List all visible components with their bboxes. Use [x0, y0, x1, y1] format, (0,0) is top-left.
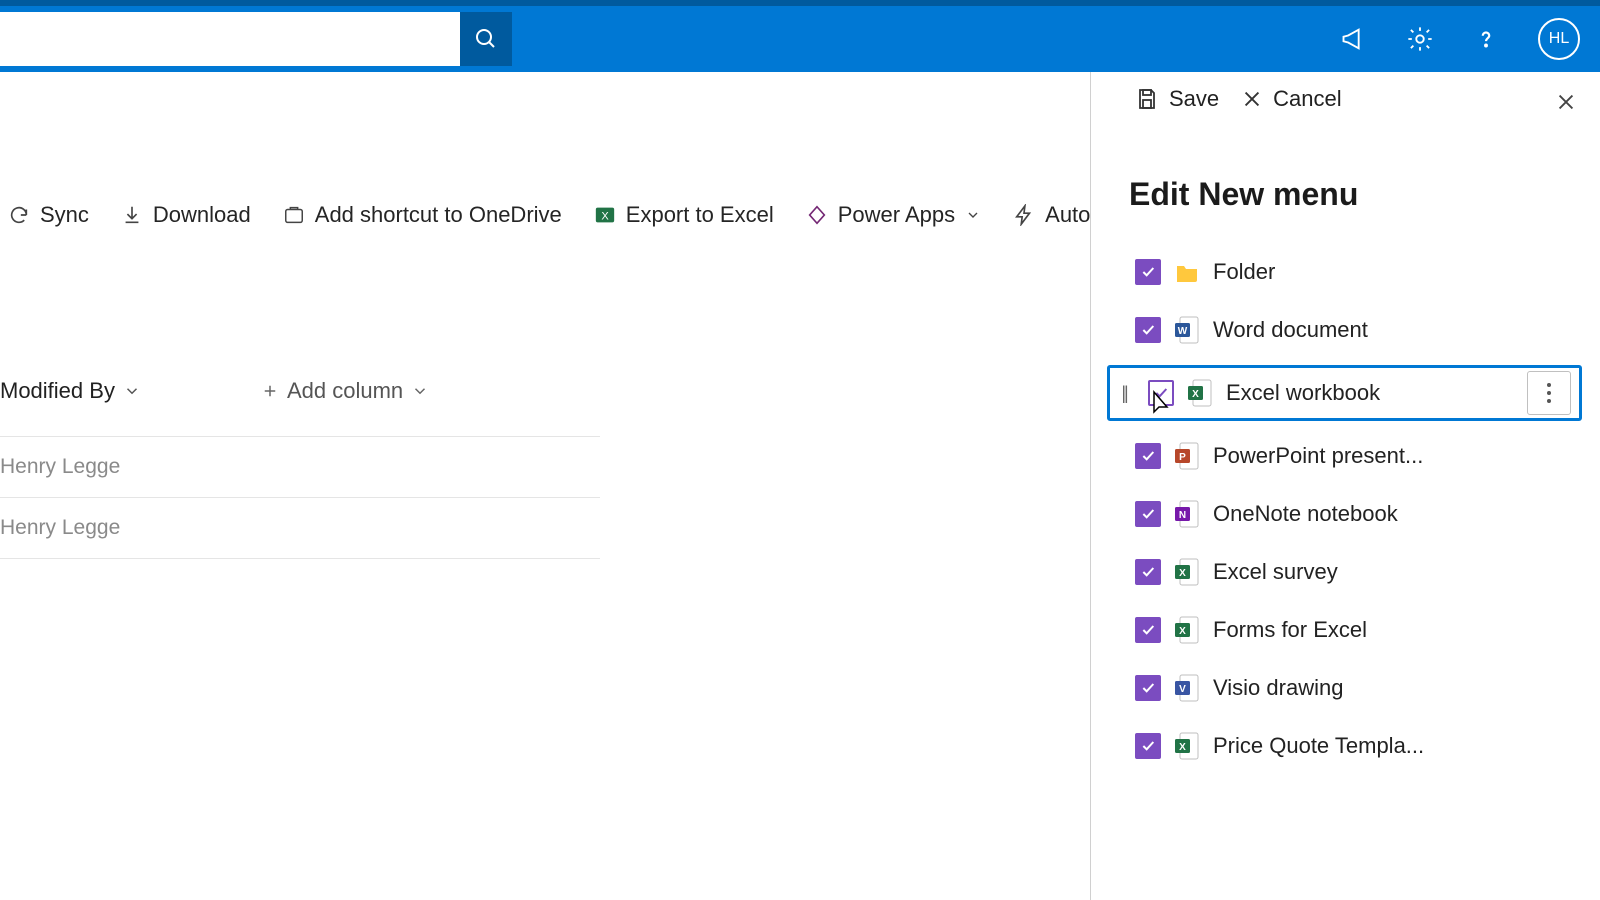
excel-icon: X [1175, 732, 1199, 760]
avatar[interactable]: HL [1538, 18, 1580, 60]
checkbox[interactable] [1135, 317, 1161, 343]
table-row[interactable]: Henry Legge [0, 498, 600, 559]
cancel-button[interactable]: Cancel [1241, 86, 1341, 112]
menu-item-label: PowerPoint present... [1213, 443, 1574, 469]
power-apps-button[interactable]: Power Apps [806, 202, 981, 228]
checkbox[interactable] [1135, 559, 1161, 585]
svg-text:X: X [601, 211, 609, 223]
checkbox[interactable] [1148, 380, 1174, 406]
excel-icon: X [1175, 558, 1199, 586]
visio-icon: V [1175, 674, 1199, 702]
search-icon [474, 27, 498, 51]
svg-text:X: X [1179, 568, 1186, 579]
menu-items-list: Folder W Word document || X Excel workbook P Po… [1091, 213, 1600, 769]
onenote-icon: N [1175, 500, 1199, 528]
cmd-label: Sync [40, 202, 89, 228]
plus-icon [261, 382, 279, 400]
drag-handle-icon[interactable]: || [1114, 381, 1134, 405]
suite-header: HL [0, 0, 1600, 72]
checkbox[interactable] [1135, 443, 1161, 469]
svg-text:W: W [1178, 326, 1188, 337]
menu-item-label: OneNote notebook [1213, 501, 1574, 527]
folder-icon [1175, 258, 1199, 286]
export-excel-button[interactable]: X Export to Excel [594, 202, 774, 228]
menu-item-label: Visio drawing [1213, 675, 1574, 701]
sync-icon [8, 204, 30, 226]
menu-item[interactable]: W Word document [1135, 307, 1582, 353]
chevron-down-icon [123, 382, 141, 400]
cmd-label: Download [153, 202, 251, 228]
save-button[interactable]: Save [1135, 86, 1219, 112]
menu-item[interactable]: V Visio drawing [1135, 665, 1582, 711]
header-right-group: HL [1340, 18, 1580, 60]
svg-text:P: P [1179, 452, 1186, 463]
excel-icon: X [594, 204, 616, 226]
menu-item-label: Excel workbook [1226, 380, 1513, 406]
search-button[interactable] [460, 12, 512, 66]
excel-icon: X [1188, 379, 1212, 407]
menu-item[interactable]: P PowerPoint present... [1135, 433, 1582, 479]
help-icon[interactable] [1472, 25, 1500, 53]
cmd-label: Export to Excel [626, 202, 774, 228]
checkbox[interactable] [1135, 733, 1161, 759]
menu-item[interactable]: || X Excel workbook [1107, 365, 1582, 421]
gear-icon[interactable] [1406, 25, 1434, 53]
menu-item[interactable]: X Excel survey [1135, 549, 1582, 595]
menu-item-label: Forms for Excel [1213, 617, 1574, 643]
megaphone-icon[interactable] [1340, 25, 1368, 53]
cmd-label: Add shortcut to OneDrive [315, 202, 562, 228]
panel-close-button[interactable] [1550, 86, 1582, 118]
panel-title: Edit New menu [1091, 112, 1600, 213]
column-label: Modified By [0, 378, 115, 404]
excel-icon: X [1175, 616, 1199, 644]
svg-text:X: X [1179, 626, 1186, 637]
search-input[interactable] [0, 12, 460, 66]
checkbox[interactable] [1135, 259, 1161, 285]
checkbox[interactable] [1135, 617, 1161, 643]
svg-text:N: N [1179, 510, 1186, 521]
svg-text:X: X [1179, 742, 1186, 753]
checkbox[interactable] [1135, 501, 1161, 527]
column-headers: Modified By Add column [0, 378, 429, 404]
add-column-button[interactable]: Add column [261, 378, 429, 404]
menu-item-label: Price Quote Templa... [1213, 733, 1574, 759]
menu-item[interactable]: X Forms for Excel [1135, 607, 1582, 653]
cmd-label: Cancel [1273, 86, 1341, 112]
menu-item-label: Excel survey [1213, 559, 1574, 585]
column-modified-by[interactable]: Modified By [0, 378, 141, 404]
panel-commands: Save Cancel [1091, 86, 1600, 112]
command-bar: Sync Download Add shortcut to OneDrive X… [0, 202, 1165, 228]
chevron-down-icon [411, 382, 429, 400]
close-icon [1241, 88, 1263, 110]
search-box [0, 12, 460, 66]
download-button[interactable]: Download [121, 202, 251, 228]
main-area: Sync Download Add shortcut to OneDrive X… [0, 72, 1600, 900]
table-row[interactable]: Henry Legge [0, 436, 600, 498]
sync-button[interactable]: Sync [8, 202, 89, 228]
column-label: Add column [287, 378, 403, 404]
word-icon: W [1175, 316, 1199, 344]
list-rows: Henry Legge Henry Legge [0, 436, 600, 559]
menu-item[interactable]: X Price Quote Templa... [1135, 723, 1582, 769]
svg-text:V: V [1179, 684, 1186, 695]
close-icon [1555, 91, 1577, 113]
menu-item[interactable]: N OneNote notebook [1135, 491, 1582, 537]
powerapps-icon [806, 204, 828, 226]
cmd-label: Power Apps [838, 202, 955, 228]
menu-item-label: Word document [1213, 317, 1574, 343]
add-shortcut-button[interactable]: Add shortcut to OneDrive [283, 202, 562, 228]
save-icon [1135, 87, 1159, 111]
checkbox[interactable] [1135, 675, 1161, 701]
ppt-icon: P [1175, 442, 1199, 470]
cmd-label: Save [1169, 86, 1219, 112]
automate-icon [1013, 204, 1035, 226]
menu-item[interactable]: Folder [1135, 249, 1582, 295]
more-options-button[interactable] [1527, 371, 1571, 415]
download-icon [121, 204, 143, 226]
svg-text:X: X [1192, 389, 1199, 400]
chevron-down-icon [965, 207, 981, 223]
edit-new-menu-panel: Save Cancel Edit New menu Folder W Word do… [1090, 72, 1600, 900]
shortcut-icon [283, 204, 305, 226]
menu-item-label: Folder [1213, 259, 1574, 285]
